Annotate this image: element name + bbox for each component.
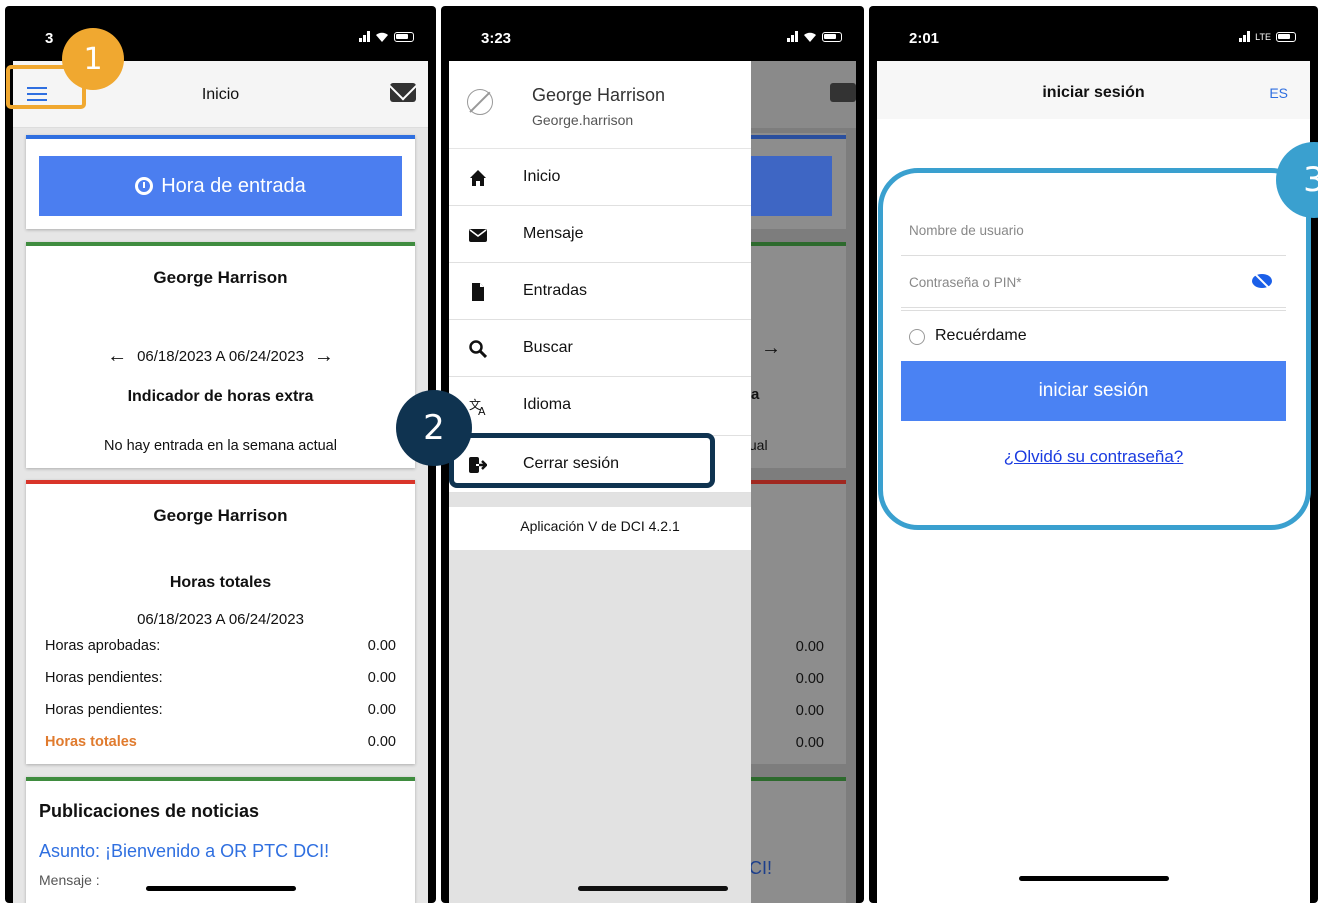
menu-item-label: Entradas bbox=[523, 282, 588, 299]
prev-week-arrow-icon[interactable]: ← bbox=[107, 345, 127, 368]
home-indicator bbox=[145, 886, 296, 891]
total-hours-title: Horas totales bbox=[169, 574, 272, 591]
phone-screen-home: 3 Inicio Hora de entrada George Harrison bbox=[5, 6, 436, 903]
behind-arrow: → bbox=[761, 337, 781, 359]
mail-icon[interactable] bbox=[390, 83, 416, 102]
home-screen: Inicio Hora de entrada George Harrison ←… bbox=[13, 61, 428, 903]
hours-row-value: 0.00 bbox=[367, 638, 396, 654]
week-range: 06/18/2023 A 06/24/2023 bbox=[137, 348, 304, 365]
cell-signal-icon bbox=[359, 31, 370, 42]
battery-icon bbox=[822, 31, 842, 42]
drawer-profile: George Harrison George.harrison bbox=[449, 61, 751, 149]
highlight-logout bbox=[449, 433, 715, 488]
no-entry-message: No hay entrada en la semana actual bbox=[104, 438, 337, 454]
behind-value: 0.00 bbox=[795, 671, 824, 687]
home-indicator bbox=[1018, 876, 1169, 881]
menu-item-inicio[interactable]: Inicio bbox=[449, 149, 751, 206]
hours-row-label: Horas pendientes: bbox=[45, 670, 163, 686]
mail-icon bbox=[830, 83, 856, 102]
hours-row-value: 0.00 bbox=[367, 670, 396, 686]
overtime-indicator-title: Indicador de horas extra bbox=[127, 388, 314, 405]
envelope-icon bbox=[469, 229, 487, 242]
overtime-employee-name: George Harrison bbox=[153, 268, 288, 287]
alarm-clock-icon bbox=[135, 177, 154, 195]
hours-row-label: Horas aprobadas: bbox=[45, 638, 161, 654]
behind-value: 0.00 bbox=[795, 703, 824, 719]
wifi-icon bbox=[804, 32, 816, 42]
svg-text:A: A bbox=[478, 405, 486, 415]
hours-row-total: Horas totales 0.00 bbox=[45, 734, 396, 750]
hours-row-label: Horas pendientes: bbox=[45, 702, 163, 718]
network-type: LTE bbox=[1255, 31, 1271, 42]
status-bar: 2:01 LTE bbox=[869, 6, 1318, 61]
hours-row: Horas aprobadas: 0.00 bbox=[45, 638, 396, 654]
menu-item-label: Mensaje bbox=[523, 225, 584, 242]
callout-2-badge: 2 bbox=[396, 390, 472, 466]
wifi-icon bbox=[376, 32, 388, 42]
highlight-login-form bbox=[878, 168, 1311, 530]
clock-in-label: Hora de entrada bbox=[161, 174, 306, 197]
search-icon bbox=[469, 340, 487, 358]
news-subject-link[interactable]: Asunto: ¡Bienvenido a OR PTC DCI! bbox=[39, 841, 329, 862]
total-hours-card: George Harrison Horas totales 06/18/2023… bbox=[26, 480, 415, 764]
news-card: Publicaciones de noticias Asunto: ¡Bienv… bbox=[26, 777, 415, 903]
next-week-arrow-icon[interactable]: → bbox=[314, 345, 334, 368]
menu-item-buscar[interactable]: Buscar bbox=[449, 320, 751, 377]
login-header: iniciar sesión ES bbox=[877, 61, 1310, 119]
cell-signal-icon bbox=[1239, 31, 1251, 42]
translate-icon: 文A bbox=[469, 397, 486, 415]
menu-item-mensaje[interactable]: Mensaje bbox=[449, 206, 751, 263]
menu-item-label: Buscar bbox=[523, 339, 573, 356]
hours-row: Horas pendientes: 0.00 bbox=[45, 670, 396, 686]
clock-in-button[interactable]: Hora de entrada bbox=[39, 156, 402, 216]
hours-row-label: Horas totales bbox=[45, 734, 137, 750]
language-selector[interactable]: ES bbox=[1269, 85, 1288, 101]
drawer-user-name: George Harrison bbox=[532, 85, 666, 105]
status-time: 2:01 bbox=[909, 30, 940, 47]
hours-row-value: 0.00 bbox=[367, 734, 396, 750]
status-time: 3:23 bbox=[481, 30, 512, 47]
drawer-username: George.harrison bbox=[532, 112, 634, 128]
home-icon bbox=[470, 170, 486, 186]
overtime-card: George Harrison ← 06/18/2023 A 06/24/202… bbox=[26, 242, 415, 468]
totals-range: 06/18/2023 A 06/24/2023 bbox=[137, 611, 304, 628]
login-title: iniciar sesión bbox=[1042, 84, 1145, 101]
battery-icon bbox=[1276, 31, 1296, 42]
hours-row: Horas pendientes: 0.00 bbox=[45, 702, 396, 718]
menu-item-label: Inicio bbox=[523, 168, 561, 185]
status-bar: 3:23 bbox=[441, 6, 864, 61]
totals-employee-name: George Harrison bbox=[153, 506, 288, 525]
menu-item-label: Idioma bbox=[523, 396, 572, 413]
news-message-label: Mensaje : bbox=[39, 872, 100, 888]
app-version: Aplicación V de DCI 4.2.1 bbox=[449, 507, 751, 550]
status-time: 3 bbox=[45, 30, 54, 47]
battery-icon bbox=[394, 31, 414, 42]
behind-fragment: a bbox=[751, 386, 760, 403]
behind-value: 0.00 bbox=[795, 639, 824, 655]
menu-item-idioma[interactable]: 文A Idioma bbox=[449, 377, 751, 436]
hours-row-value: 0.00 bbox=[367, 702, 396, 718]
menu-item-entradas[interactable]: Entradas bbox=[449, 263, 751, 320]
behind-value: 0.00 bbox=[795, 735, 824, 751]
clock-in-card: Hora de entrada bbox=[26, 135, 415, 229]
home-indicator bbox=[577, 886, 728, 891]
avatar-placeholder-icon bbox=[467, 89, 493, 115]
callout-1-badge: 1 bbox=[62, 28, 124, 90]
cell-signal-icon bbox=[787, 31, 798, 42]
news-title: Publicaciones de noticias bbox=[39, 801, 260, 821]
file-icon bbox=[472, 283, 484, 301]
